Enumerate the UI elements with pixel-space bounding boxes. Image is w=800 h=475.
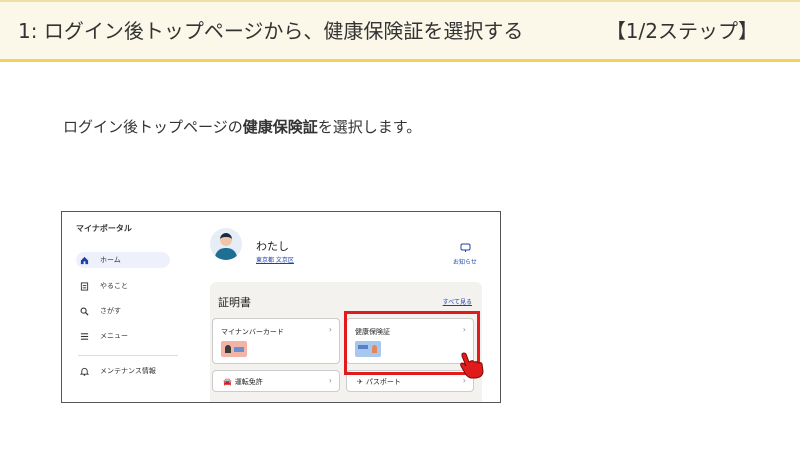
user-address-link[interactable]: 東京都 文京区 (256, 255, 294, 264)
search-icon (78, 305, 90, 317)
chevron-right-icon: › (328, 376, 332, 385)
airplane-icon: ✈ (357, 378, 363, 386)
card-label: マイナンバーカード (221, 328, 284, 336)
sidebar-item-label: メンテナンス情報 (100, 367, 156, 375)
lead-suffix: を選択します。 (317, 118, 422, 136)
sidebar-item-search[interactable]: さがす (78, 303, 174, 319)
card-label: パスポート (365, 378, 401, 386)
checklist-icon (78, 280, 90, 292)
mailbox-icon (450, 242, 480, 255)
portal-sidebar: マイナポータル ホーム やること さがす メニュー メンテナンス情報 (62, 212, 184, 402)
sidebar-item-label: ホーム (100, 256, 121, 264)
avatar (210, 228, 242, 260)
step-header: 1: ログイン後トップページから、健康保険証を選択する 【1/2ステップ】 (0, 0, 800, 62)
notice-label: お知らせ (453, 259, 477, 266)
sidebar-item-maintenance[interactable]: メンテナンス情報 (78, 363, 174, 379)
hand-pointer-icon (460, 352, 484, 379)
sidebar-item-todo[interactable]: やること (78, 278, 174, 294)
step-title: 1: ログイン後トップページから、健康保険証を選択する (18, 19, 524, 43)
chevron-right-icon: › (328, 325, 332, 334)
user-name: わたし (256, 240, 289, 253)
sidebar-divider (78, 355, 178, 356)
menu-icon (78, 330, 90, 342)
sidebar-item-home[interactable]: ホーム (76, 252, 170, 268)
lead-text: ログイン後トップページの健康保険証を選択します。 (63, 116, 421, 137)
lead-emphasis: 健康保険証 (242, 118, 318, 136)
see-all-link[interactable]: すべて見る (443, 297, 472, 306)
car-icon: 🚘 (223, 378, 232, 386)
sidebar-item-menu[interactable]: メニュー (78, 328, 174, 344)
bell-icon (78, 365, 90, 377)
notice-button[interactable]: お知らせ (450, 242, 480, 266)
mynumber-card-button[interactable]: マイナンバーカード › (212, 318, 340, 364)
mynumber-card-image (221, 341, 247, 357)
drivers-license-button[interactable]: 🚘 運転免許 › (212, 370, 340, 392)
card-label: 運転免許 (234, 378, 263, 386)
sidebar-item-label: さがす (100, 307, 121, 315)
lead-prefix: ログイン後トップページの (63, 118, 243, 136)
home-icon (78, 254, 90, 266)
portal-screenshot: マイナポータル ホーム やること さがす メニュー メンテナンス情報 わたし 東… (61, 211, 501, 403)
step-counter: 【1/2ステップ】 (605, 19, 758, 43)
certificates-title: 証明書 (218, 296, 251, 309)
sidebar-item-label: やること (100, 282, 128, 290)
portal-brand: マイナポータル (76, 224, 132, 233)
sidebar-item-label: メニュー (100, 332, 128, 340)
